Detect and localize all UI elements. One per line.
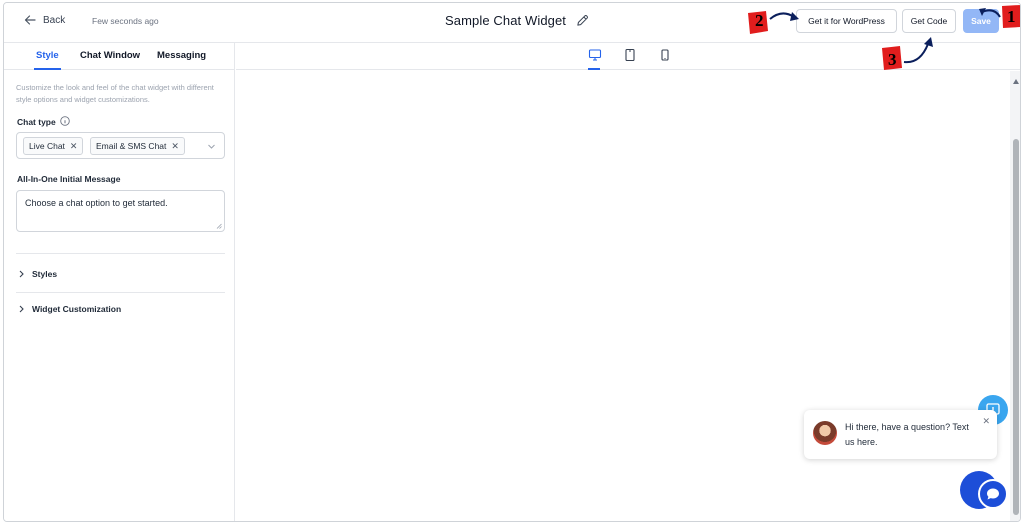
chat-launcher-button[interactable] — [978, 479, 1008, 509]
agent-avatar — [813, 421, 837, 445]
divider — [16, 292, 225, 293]
greeting-text: Hi there, have a question? Text us here. — [845, 422, 969, 447]
remove-chip-icon[interactable]: ✕ — [171, 141, 179, 152]
sidebar-description: Customize the look and feel of the chat … — [16, 83, 214, 104]
chip-live-chat: Live Chat ✕ — [23, 137, 84, 155]
remove-chip-icon[interactable]: ✕ — [70, 141, 78, 152]
tab-chat-window[interactable]: Chat Window — [80, 50, 140, 61]
section-widget-customization[interactable]: Widget Customization — [18, 304, 121, 314]
widget-title: Sample Chat Widget — [445, 13, 567, 28]
chat-type-select[interactable]: Live Chat ✕ Email & SMS Chat ✕ — [16, 132, 225, 159]
chevron-right-icon — [19, 305, 24, 313]
arrow-left-icon — [24, 15, 36, 25]
info-icon[interactable] — [59, 116, 70, 126]
tab-style[interactable]: Style — [36, 50, 59, 61]
scroll-thumb[interactable] — [1013, 139, 1019, 515]
section-label: Styles — [32, 269, 58, 279]
title-area: Sample Chat Widget — [445, 13, 589, 28]
tab-messaging[interactable]: Messaging — [157, 50, 206, 61]
initial-message-textarea[interactable]: Choose a chat option to get started. — [16, 190, 225, 232]
desktop-icon[interactable] — [588, 48, 602, 62]
scroll-up-arrow-icon[interactable] — [1013, 79, 1019, 84]
initial-message-label: All-In-One Initial Message — [17, 174, 121, 184]
chat-greeting-bubble[interactable]: Hi there, have a question? Text us here.… — [804, 410, 997, 459]
initial-message-value: Choose a chat option to get started. — [25, 198, 168, 208]
active-device-indicator — [588, 68, 600, 70]
annotation-number-2: 2 — [755, 11, 764, 30]
get-code-button[interactable]: Get Code — [902, 9, 956, 33]
chevron-down-icon — [208, 144, 215, 149]
top-bar: Back Few seconds ago Sample Chat Widget … — [4, 3, 1020, 43]
annotation-number-1: 1 — [1007, 7, 1016, 26]
chat-bubble-icon — [987, 488, 999, 500]
back-label: Back — [43, 14, 66, 26]
close-icon[interactable]: ✕ — [982, 416, 990, 427]
annotation-number-3: 3 — [888, 50, 897, 69]
chat-type-label-row: Chat type — [17, 116, 70, 127]
chevron-right-icon — [19, 270, 24, 278]
back-button[interactable]: Back — [24, 14, 65, 26]
get-wordpress-button[interactable]: Get it for WordPress — [796, 9, 897, 33]
style-sidebar: Style Chat Window Messaging Customize th… — [4, 43, 235, 521]
active-tab-indicator — [34, 68, 61, 70]
preview-scrollbar[interactable] — [1010, 71, 1020, 521]
mobile-icon[interactable] — [658, 48, 672, 62]
pencil-icon[interactable] — [576, 14, 589, 27]
app-window: Back Few seconds ago Sample Chat Widget … — [3, 2, 1021, 522]
chip-label: Email & SMS Chat — [96, 141, 167, 151]
tablet-icon[interactable] — [623, 48, 637, 62]
saved-status: Few seconds ago — [92, 16, 159, 26]
sidebar-tabs: Style Chat Window Messaging — [4, 43, 234, 70]
annotation-3-arrow — [882, 37, 933, 70]
resize-grip-icon[interactable] — [216, 223, 222, 229]
divider — [16, 253, 225, 254]
widget-preview: Hi there, have a question? Text us here.… — [236, 43, 1020, 521]
chip-email-sms-chat: Email & SMS Chat ✕ — [90, 137, 185, 155]
section-label: Widget Customization — [32, 304, 122, 314]
chat-type-label: Chat type — [17, 117, 56, 127]
section-styles[interactable]: Styles — [18, 269, 57, 279]
chip-label: Live Chat — [29, 141, 65, 151]
